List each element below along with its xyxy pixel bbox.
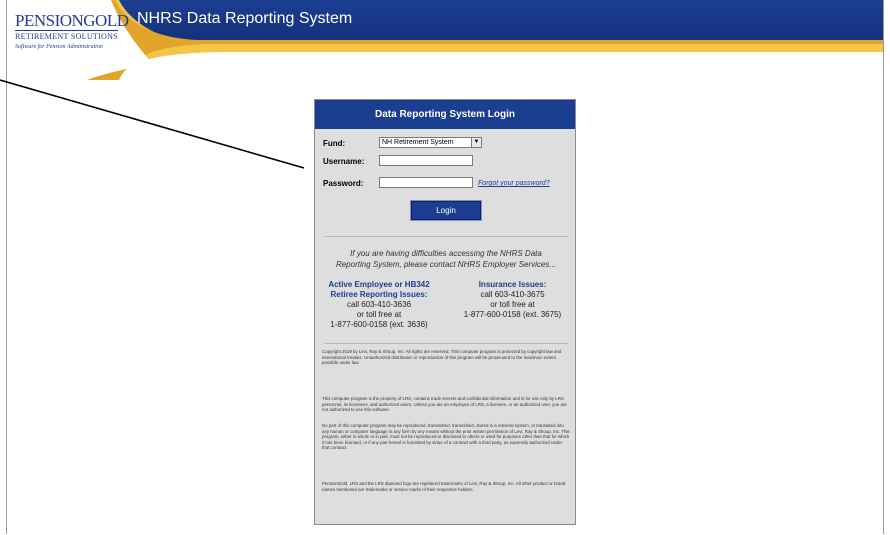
- callout-line: [0, 79, 305, 169]
